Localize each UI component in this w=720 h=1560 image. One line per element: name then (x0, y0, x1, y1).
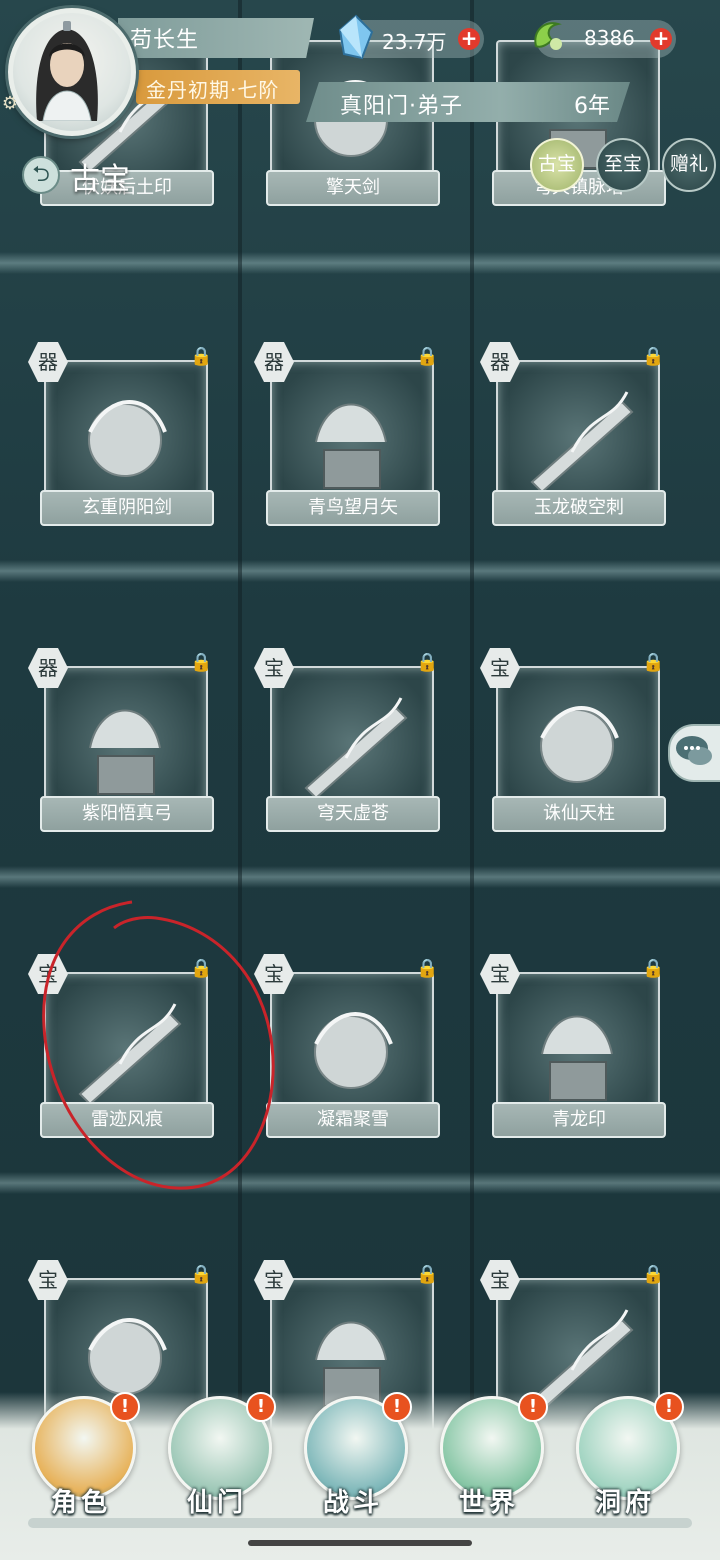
shelf-divider (0, 560, 720, 582)
lock-icon: 🔒 (416, 652, 439, 673)
lock-icon: 🔒 (642, 958, 665, 979)
lock-icon: 🔒 (190, 652, 213, 673)
nav-battle-button[interactable]: ! 战斗 (298, 1392, 412, 1522)
lock-icon: 🔒 (642, 1264, 665, 1285)
nav-cave-button[interactable]: ! 洞府 (570, 1392, 684, 1522)
shelf-divider (0, 866, 720, 888)
nav-label: 仙门 (186, 1488, 247, 1518)
player-name: 苟长生 (130, 28, 200, 53)
tab-gift[interactable]: 赠礼 (662, 138, 716, 192)
player-header: 苟长生 金丹初期·七阶 23.7万 + 8386 + 真阳门·弟子 6年 ⚙ (0, 0, 720, 136)
alert-badge: ! (382, 1392, 412, 1422)
alert-badge: ! (246, 1392, 276, 1422)
player-years: 6年 (574, 94, 610, 119)
player-avatar[interactable] (8, 8, 136, 136)
lock-icon: 🔒 (190, 346, 213, 367)
treasure-name: 玄重阴阳剑 (40, 490, 214, 526)
treasure-name: 紫阳悟真弓 (40, 796, 214, 832)
treasure-art (88, 400, 167, 477)
jade-amount: 8386 (584, 26, 635, 50)
treasure-art (540, 706, 619, 783)
nav-sect-button[interactable]: ! 仙门 (162, 1392, 276, 1522)
treasure-art (314, 1012, 393, 1089)
lock-icon: 🔒 (190, 1264, 213, 1285)
treasure-card[interactable]: 器 🔒 紫阳悟真弓 (26, 646, 214, 846)
treasure-name: 青鸟望月矢 (266, 490, 440, 526)
nav-label: 角色 (50, 1488, 111, 1518)
treasure-card[interactable]: 器 🔒 青鸟望月矢 (252, 340, 440, 540)
treasure-card[interactable]: 器 🔒 玉龙破空刺 (478, 340, 666, 540)
home-indicator[interactable] (248, 1540, 472, 1546)
add-crystal-button[interactable]: + (458, 28, 480, 50)
treasure-name: 青龙印 (492, 1102, 666, 1138)
avatar-portrait (36, 21, 98, 121)
treasure-card[interactable]: 器 🔒 玄重阴阳剑 (26, 340, 214, 540)
settings-gear-icon[interactable]: ⚙ (0, 94, 20, 114)
treasure-card[interactable]: 宝 🔒 诛仙天柱 (478, 646, 666, 846)
nav-label: 战斗 (322, 1488, 383, 1518)
alert-badge: ! (518, 1392, 548, 1422)
lock-icon: 🔒 (416, 346, 439, 367)
treasure-name: 玉龙破空刺 (492, 490, 666, 526)
treasure-art (304, 697, 408, 800)
nav-world-button[interactable]: ! 世界 (434, 1392, 548, 1522)
crystal-icon (338, 14, 374, 60)
player-realm: 金丹初期·七阶 (146, 78, 280, 102)
add-jade-button[interactable]: + (650, 28, 672, 50)
treasure-card[interactable]: 宝 🔒 青龙印 (478, 952, 666, 1152)
treasure-art (315, 403, 387, 489)
tab-supreme-treasure[interactable]: 至宝 (596, 138, 650, 192)
treasure-name: 诛仙天柱 (492, 796, 666, 832)
nav-label: 世界 (458, 1488, 519, 1518)
player-sect: 真阳门·弟子 (340, 94, 463, 119)
treasure-art (541, 1015, 613, 1101)
shelf-pillar (470, 0, 474, 1400)
treasure-name: 穹天虚苍 (266, 796, 440, 832)
treasure-art (89, 709, 161, 795)
jade-icon (534, 22, 562, 50)
lock-icon: 🔒 (416, 958, 439, 979)
back-button[interactable]: ⮌ (22, 156, 60, 194)
shelf-divider (0, 252, 720, 274)
alert-badge: ! (110, 1392, 140, 1422)
alert-badge: ! (654, 1392, 684, 1422)
treasure-name: 擎天剑 (266, 170, 440, 206)
treasure-art (530, 391, 634, 494)
lock-icon: 🔒 (642, 652, 665, 673)
red-circle-annotation (42, 900, 275, 1190)
tab-ancient-treasure[interactable]: 古宝 (530, 138, 584, 192)
lock-icon: 🔒 (416, 1264, 439, 1285)
crystal-amount: 23.7万 (382, 30, 447, 54)
treasure-card[interactable]: 宝 🔒 穹天虚苍 (252, 646, 440, 846)
chat-button[interactable] (668, 724, 720, 782)
bottom-scroll-strip (28, 1518, 692, 1528)
treasure-name: 凝霜聚雪 (266, 1102, 440, 1138)
nav-character-button[interactable]: ! 角色 (26, 1392, 140, 1522)
nav-label: 洞府 (594, 1488, 655, 1518)
page-title: 古宝 (70, 162, 130, 197)
chat-bubble-icon (676, 736, 712, 765)
lock-icon: 🔒 (642, 346, 665, 367)
